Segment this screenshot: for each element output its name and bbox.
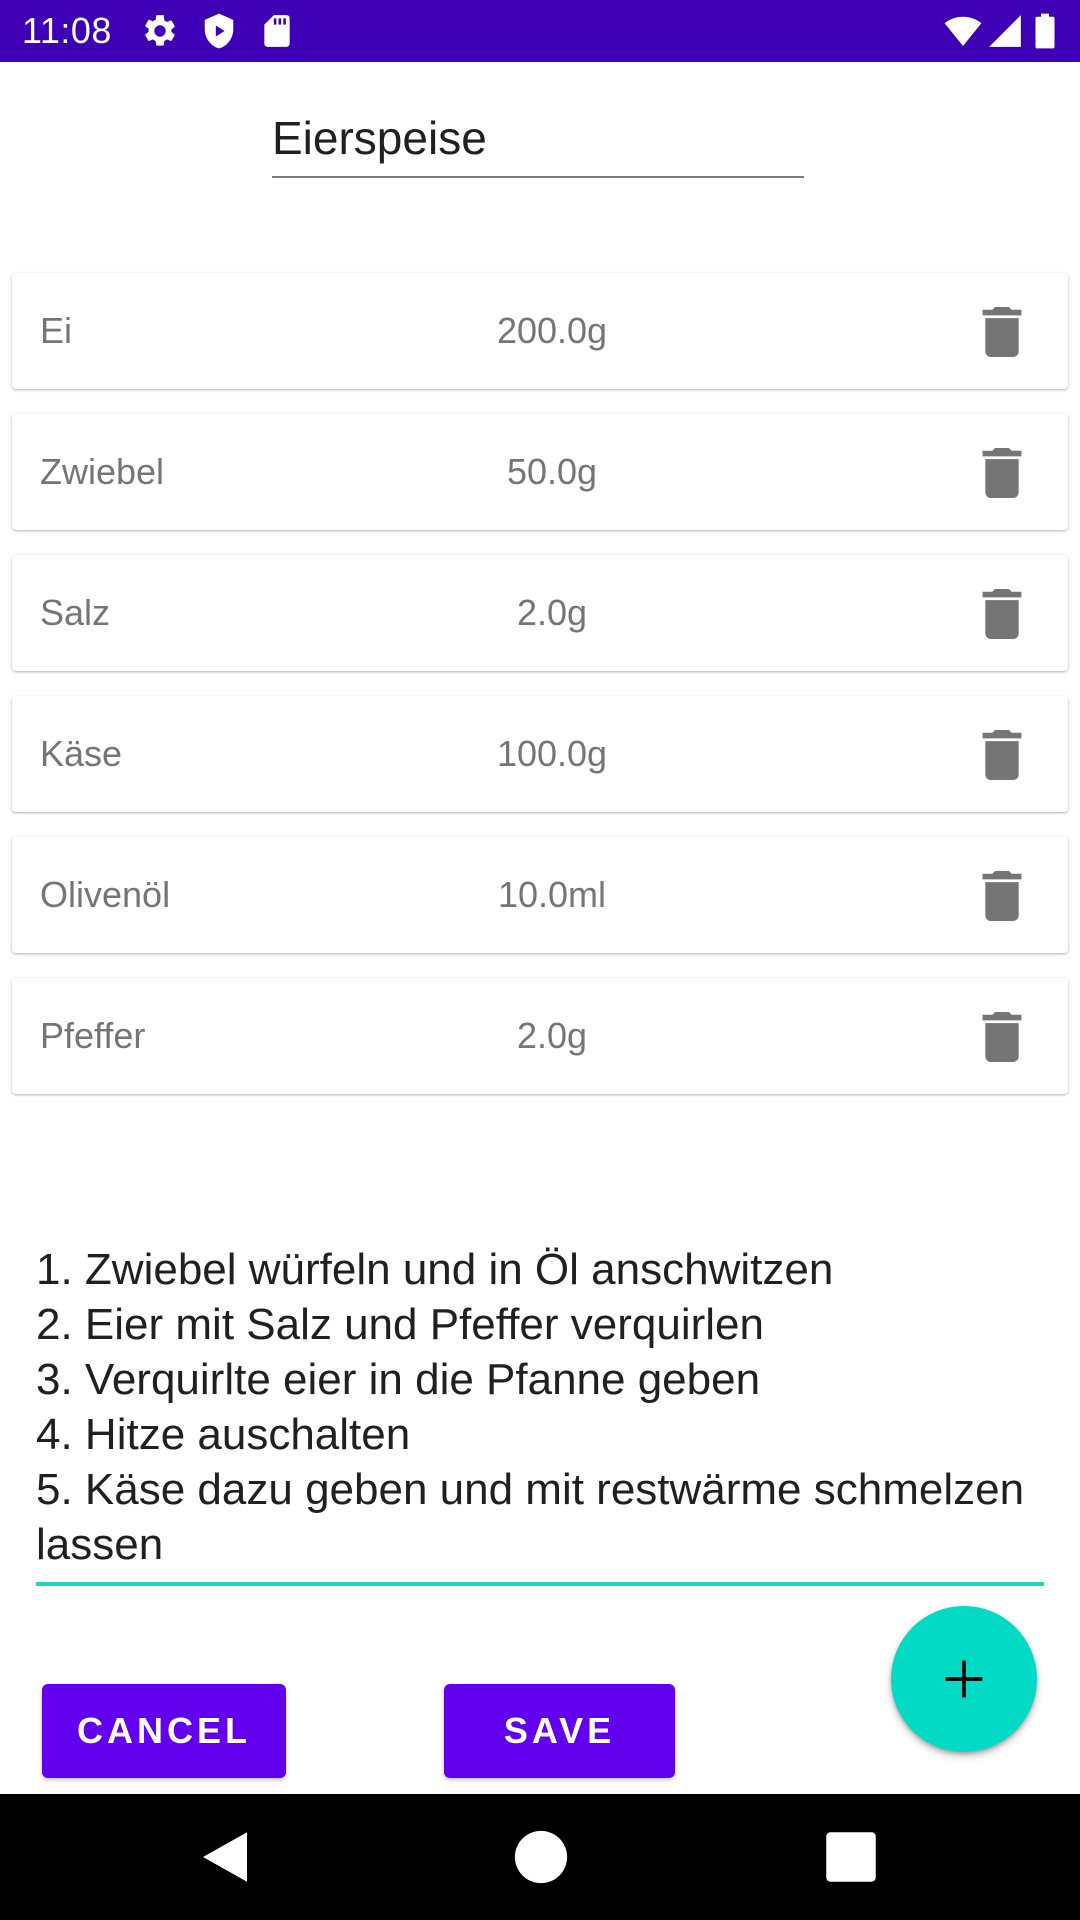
delete-ingredient-button[interactable]	[976, 587, 1028, 641]
recents-square-icon	[826, 1832, 876, 1882]
trash-icon	[982, 730, 1022, 780]
ingredient-list: Ei 200.0g Zwiebel 50.0g Salz 2.0g Käse 1…	[12, 273, 1068, 1119]
add-ingredient-fab[interactable]	[891, 1606, 1037, 1752]
ingredient-card[interactable]: Käse 100.0g	[12, 696, 1068, 812]
ingredient-card[interactable]: Ei 200.0g	[12, 273, 1068, 389]
ingredient-card[interactable]: Salz 2.0g	[12, 555, 1068, 671]
save-button[interactable]: SAVE	[444, 1684, 675, 1778]
ingredient-name: Ei	[40, 310, 73, 351]
settings-gear-icon	[141, 12, 179, 50]
plus-icon	[945, 1660, 983, 1698]
ingredient-amount: 100.0g	[496, 733, 608, 774]
ingredient-card[interactable]: Zwiebel 50.0g	[12, 414, 1068, 530]
ingredient-amount: 2.0g	[516, 592, 588, 633]
ingredient-amount: 2.0g	[516, 1015, 588, 1056]
ingredient-card[interactable]: Pfeffer 2.0g	[12, 978, 1068, 1094]
status-bar: 11:08	[0, 0, 1080, 62]
ingredient-amount: 50.0g	[506, 451, 598, 492]
trash-icon	[982, 448, 1022, 498]
delete-ingredient-button[interactable]	[976, 1010, 1028, 1064]
nav-home-button[interactable]	[508, 1824, 574, 1890]
ingredient-amount: 10.0ml	[497, 874, 607, 915]
battery-icon	[1030, 12, 1060, 50]
trash-icon	[982, 307, 1022, 357]
cell-signal-icon	[986, 12, 1024, 50]
ingredient-name: Olivenöl	[40, 874, 171, 915]
ingredient-card[interactable]: Olivenöl 10.0ml	[12, 837, 1068, 953]
wifi-icon	[943, 12, 983, 50]
back-triangle-icon	[203, 1832, 247, 1882]
delete-ingredient-button[interactable]	[976, 869, 1028, 923]
delete-ingredient-button[interactable]	[976, 728, 1028, 782]
cancel-button[interactable]: CANCEL	[42, 1684, 286, 1778]
ingredient-name: Pfeffer	[40, 1015, 146, 1056]
trash-icon	[982, 1012, 1022, 1062]
ingredient-name: Käse	[40, 733, 123, 774]
recipe-title-field[interactable]: Eierspeise	[272, 100, 804, 178]
nav-recents-button[interactable]	[818, 1824, 884, 1890]
delete-ingredient-button[interactable]	[976, 305, 1028, 359]
status-time: 11:08	[22, 10, 112, 51]
sd-card-icon	[258, 12, 296, 50]
delete-ingredient-button[interactable]	[976, 446, 1028, 500]
trash-icon	[982, 871, 1022, 921]
navigation-bar	[0, 1794, 1080, 1920]
trash-icon	[982, 589, 1022, 639]
recipe-title-text: Eierspeise	[272, 112, 487, 164]
nav-back-button[interactable]	[192, 1824, 258, 1890]
instructions-field[interactable]: 1. Zwiebel würfeln und in Öl anschwitzen…	[36, 1242, 1044, 1586]
ingredient-name: Salz	[40, 592, 111, 633]
ingredient-amount: 200.0g	[496, 310, 608, 351]
home-circle-icon	[514, 1830, 568, 1884]
ingredient-name: Zwiebel	[40, 451, 165, 492]
instructions-text: 1. Zwiebel würfeln und in Öl anschwitzen…	[36, 1245, 1025, 1569]
shield-icon	[200, 12, 238, 50]
